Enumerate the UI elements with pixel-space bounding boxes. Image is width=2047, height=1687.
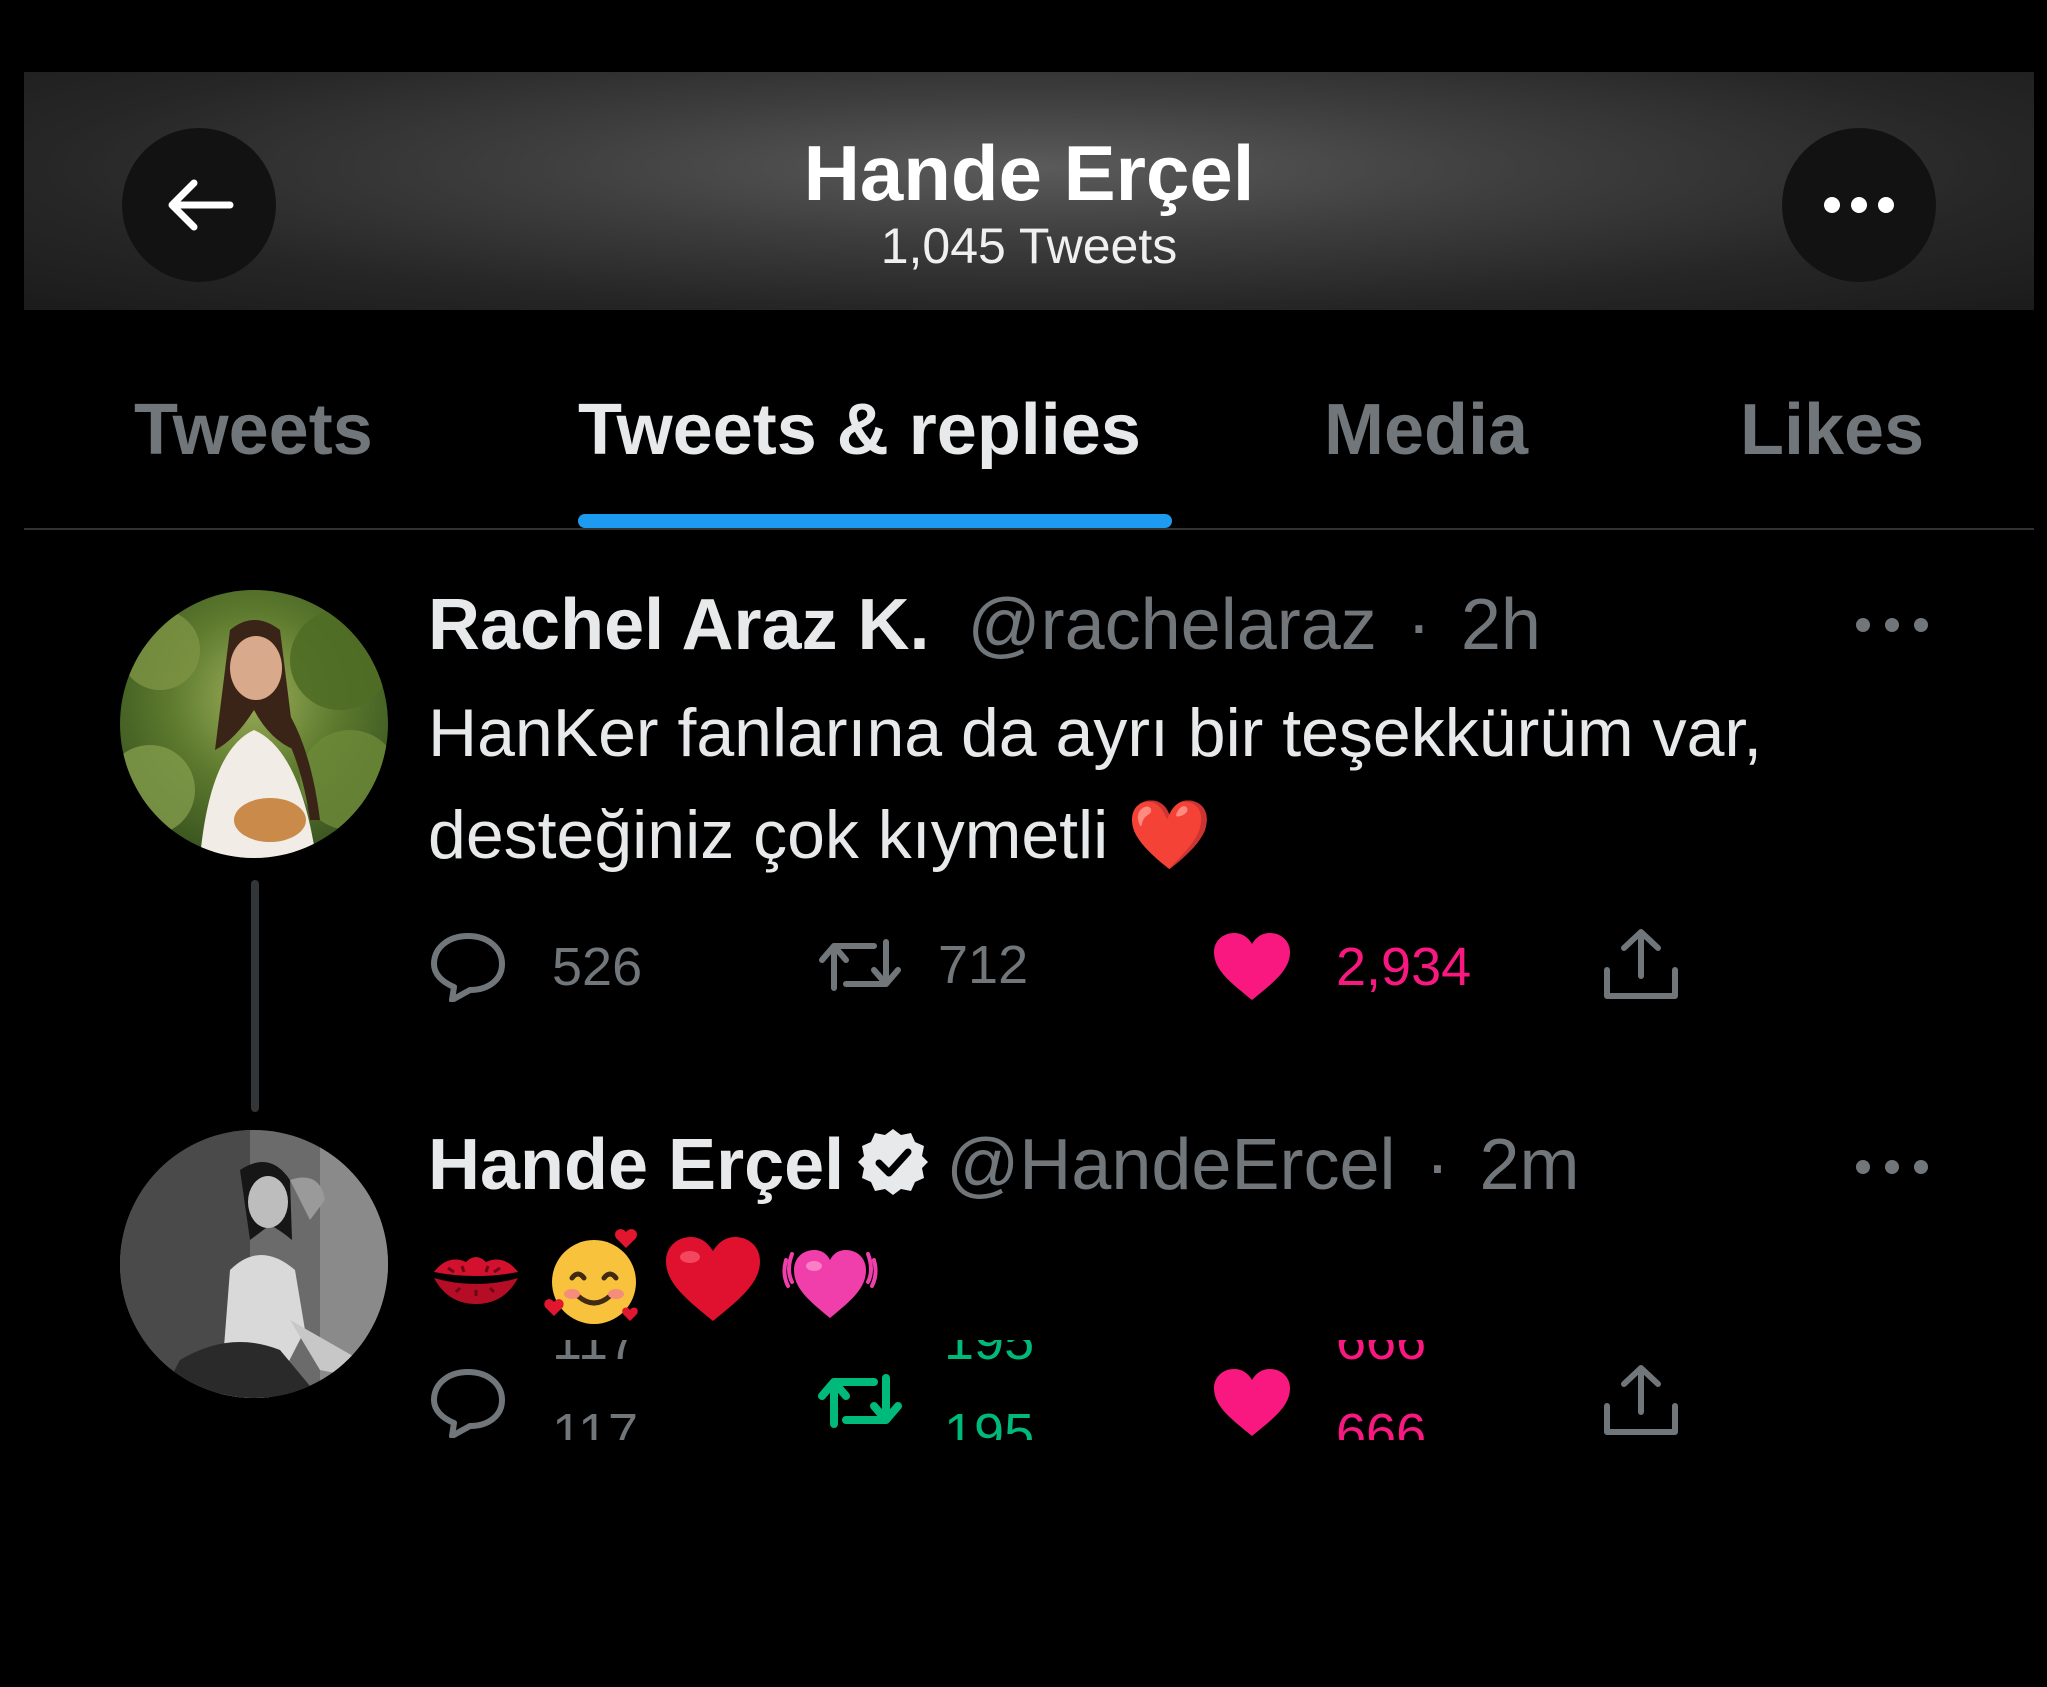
reply-count: 117 <box>552 1340 639 1371</box>
retweet-button[interactable]: 712 <box>816 932 1028 998</box>
dot-icon <box>1856 618 1870 632</box>
reply-count: 526 <box>552 937 643 997</box>
kiss-mark-emoji <box>434 1257 518 1304</box>
reply-count-next: 117 <box>552 1403 639 1440</box>
red-heart-emoji <box>666 1237 760 1321</box>
tweet-text: HanKer fanlarına da ayrı bir teşekkürüm … <box>428 695 1763 873</box>
tab-likes[interactable]: Likes <box>1740 380 1924 480</box>
tweet-count: 1,045 Tweets <box>880 218 1178 274</box>
active-tab-indicator <box>578 514 1172 528</box>
reply-button[interactable]: 526 <box>430 932 642 1002</box>
beating-heart-emoji <box>782 1250 878 1318</box>
profile-header: Hande Erçel 1,045 Tweets <box>24 72 2034 310</box>
meta-separator: · <box>1406 585 1431 665</box>
tweet-more-button[interactable] <box>1856 615 1928 635</box>
verified-badge-icon <box>858 1127 929 1218</box>
meta-separator: · <box>1425 1125 1450 1205</box>
avatar[interactable] <box>120 590 388 858</box>
share-button[interactable] <box>1602 926 1680 1002</box>
profile-tabs: Tweets Tweets & replies Media Likes <box>24 310 2034 530</box>
retweet-count-next: 195 <box>944 1403 1035 1440</box>
tweet-author-handle[interactable]: @rachelaraz <box>968 585 1377 665</box>
tweet-author-handle[interactable]: @HandeErcel <box>946 1125 1395 1205</box>
retweet-count: 712 <box>938 935 1029 995</box>
tweet-author-name[interactable]: Rachel Araz K. <box>428 585 930 665</box>
dot-icon <box>1885 618 1899 632</box>
avatar-photo-rachel <box>120 590 388 858</box>
like-button[interactable]: 2,934 <box>1212 932 1471 1002</box>
retweet-count: 195 <box>944 1340 1035 1371</box>
more-options-button[interactable] <box>1782 128 1936 282</box>
tweet-emoji-row <box>428 1228 880 1332</box>
retweet-icon <box>819 939 901 991</box>
tweet-header: Hande Erçel @HandeErcel · 2m <box>428 1120 1580 1218</box>
smiling-face-with-hearts-emoji <box>544 1229 638 1324</box>
tab-tweets[interactable]: Tweets <box>134 380 373 480</box>
reply-icon <box>431 933 505 1002</box>
dot-icon <box>1914 1160 1928 1174</box>
cropped-area <box>0 1440 2047 1687</box>
tweet-timestamp[interactable]: 2h <box>1461 585 1541 665</box>
dot-icon <box>1856 1160 1870 1174</box>
heart-filled-icon <box>1214 933 1290 1000</box>
like-count: 2,934 <box>1336 937 1472 997</box>
tweet-header: Rachel Araz K. @rachelaraz · 2h <box>428 580 1541 670</box>
tweet-author-name[interactable]: Hande Erçel <box>428 1125 844 1205</box>
page-title: Hande Erçel <box>803 129 1255 217</box>
like-count-next: 666 <box>1336 1403 1427 1440</box>
dot-icon <box>1914 618 1928 632</box>
tab-media[interactable]: Media <box>1324 380 1528 480</box>
thread-connector <box>251 880 259 1112</box>
tweet-timestamp[interactable]: 2m <box>1480 1125 1580 1205</box>
share-icon <box>1604 929 1678 999</box>
tab-tweets-and-replies[interactable]: Tweets & replies <box>578 380 1141 480</box>
action-counts-transition: 117 117 195 195 666 666 <box>0 1340 2047 1440</box>
dot-icon <box>1885 1160 1899 1174</box>
more-horizontal-icon <box>1824 197 1894 213</box>
tweet-more-button[interactable] <box>1856 1157 1928 1177</box>
like-count: 666 <box>1336 1340 1427 1371</box>
